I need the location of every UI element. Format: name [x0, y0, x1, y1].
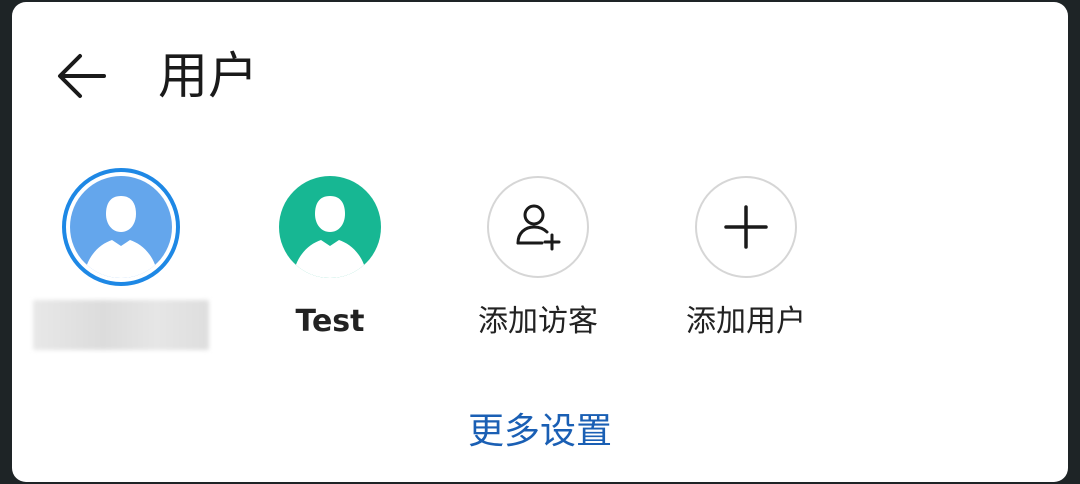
more-settings-link[interactable]: 更多设置 [12, 406, 1068, 458]
add-user-button[interactable]: 添加用户 [646, 162, 846, 344]
user-item-current[interactable] [21, 162, 221, 350]
users-dialog: 用户 Test 添加访客 添加用户 更多设置 [12, 2, 1068, 482]
page-title: 用户 [158, 47, 258, 105]
add-guest-button[interactable]: 添加访客 [438, 162, 638, 344]
user-list: Test 添加访客 添加用户 [12, 162, 1068, 362]
arrow-left-icon [58, 54, 106, 98]
plus-icon [724, 205, 768, 249]
user-item-test[interactable]: Test [230, 162, 430, 344]
person-silhouette-icon [293, 196, 367, 278]
user-name-blurred [33, 300, 209, 350]
avatar [70, 176, 172, 278]
header: 用户 [12, 2, 1068, 152]
person-silhouette-icon [84, 196, 158, 278]
back-button[interactable] [48, 42, 116, 110]
add-user-label: 添加用户 [686, 304, 806, 339]
add-guest-label: 添加访客 [478, 304, 598, 339]
user-name: Test [295, 304, 365, 339]
selected-ring [62, 168, 180, 286]
avatar [279, 176, 381, 278]
add-person-icon [516, 204, 561, 251]
